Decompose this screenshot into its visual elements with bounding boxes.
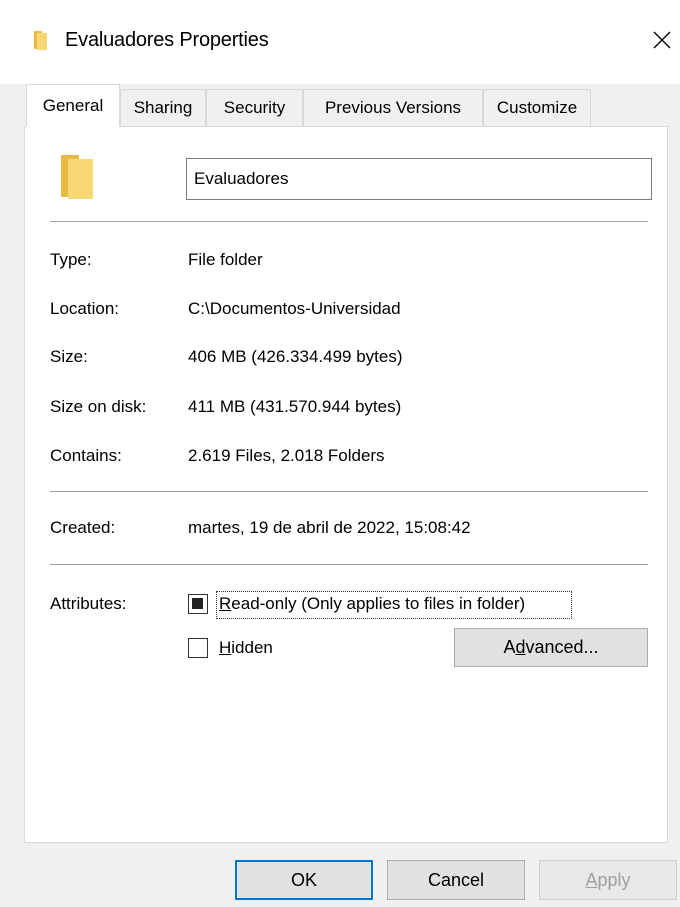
size-value: 406 MB (426.334.499 bytes) <box>188 347 403 366</box>
apply-button[interactable]: Apply <box>539 860 677 900</box>
advanced-button[interactable]: Advanced... <box>454 628 648 667</box>
close-icon <box>653 31 671 49</box>
separator <box>50 564 648 565</box>
location-value: C:\Documentos-Universidad <box>188 299 401 318</box>
type-value: File folder <box>188 250 263 269</box>
title-bar: Evaluadores Properties <box>0 0 680 84</box>
tab-label: Security <box>223 98 286 117</box>
ok-button[interactable]: OK <box>235 860 373 900</box>
size-label: Size: <box>50 347 88 366</box>
readonly-checkbox[interactable] <box>188 594 208 614</box>
tab-label: Sharing <box>133 98 193 117</box>
tab-general[interactable]: General <box>26 84 120 127</box>
attributes-label: Attributes: <box>50 594 127 613</box>
contains-label: Contains: <box>50 446 122 465</box>
readonly-label[interactable]: Read-only (Only applies to files in fold… <box>219 594 525 614</box>
tab-previous-versions[interactable]: Previous Versions <box>303 89 483 126</box>
tab-customize[interactable]: Customize <box>483 89 591 126</box>
type-label: Type: <box>50 250 92 269</box>
contains-value: 2.619 Files, 2.018 Folders <box>188 446 385 465</box>
created-label: Created: <box>50 518 116 537</box>
close-button[interactable] <box>648 26 676 54</box>
size-on-disk-label: Size on disk: <box>50 397 147 416</box>
tab-security[interactable]: Security <box>206 89 303 126</box>
separator <box>50 221 648 222</box>
tab-label: Customize <box>496 98 578 117</box>
hidden-label[interactable]: Hidden <box>219 638 273 658</box>
location-label: Location: <box>50 299 119 318</box>
tab-label: Previous Versions <box>324 98 462 117</box>
folder-icon <box>61 155 93 199</box>
folder-icon <box>34 31 47 50</box>
tab-label: General <box>42 96 104 115</box>
tab-sharing[interactable]: Sharing <box>120 89 206 126</box>
indeterminate-mark <box>192 598 203 609</box>
created-value: martes, 19 de abril de 2022, 15:08:42 <box>188 518 471 537</box>
separator <box>50 491 648 492</box>
folder-name-input[interactable] <box>186 158 652 200</box>
window-title: Evaluadores Properties <box>65 29 269 51</box>
hidden-checkbox[interactable] <box>188 638 208 658</box>
cancel-button[interactable]: Cancel <box>387 860 525 900</box>
general-panel <box>24 126 668 843</box>
size-on-disk-value: 411 MB (431.570.944 bytes) <box>188 397 402 416</box>
